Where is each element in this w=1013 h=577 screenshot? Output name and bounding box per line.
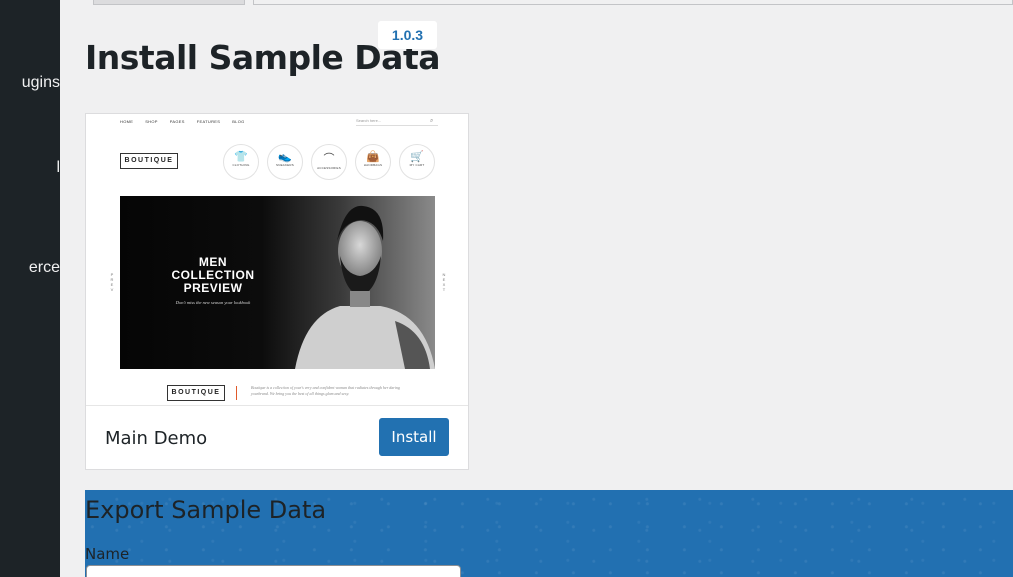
preview-hero: MEN COLLECTION PREVIEW Don't miss the ne… [120, 196, 435, 369]
admin-sidebar: ugins l erce [0, 0, 60, 577]
cart-icon: 🛒 [410, 151, 424, 163]
export-title: Export Sample Data [85, 496, 327, 524]
sidebar-item-woocommerce[interactable]: erce [3, 259, 60, 277]
handbag-icon: 👜 [366, 151, 380, 163]
preview-prev: P R E V [110, 272, 114, 292]
shirt-icon: 👕 [234, 151, 248, 163]
preview-category: 👟 SNEAKERS [267, 144, 303, 180]
export-section: Export Sample Data Name [85, 490, 1013, 577]
preview-accent-bar [236, 386, 237, 400]
preview-category: ⌒ ACCESSORIES [311, 144, 347, 180]
tab-other[interactable] [253, 0, 1013, 5]
search-icon: ⌕ [430, 118, 434, 124]
sidebar-item-install[interactable]: l [30, 159, 60, 177]
install-button[interactable]: Install [379, 418, 449, 456]
hero-subtitle: Don't miss the new season your lookbook [175, 300, 251, 305]
sneaker-icon: 👟 [278, 151, 292, 163]
preview-footer-logo: BOUTIQUE [167, 385, 225, 401]
preview-logo: BOUTIQUE [120, 153, 178, 169]
preview-search: Search here... [356, 118, 438, 126]
preview-next: N E X T [442, 272, 446, 292]
hero-title: MEN COLLECTION PREVIEW [171, 255, 255, 295]
preview-category: 🛒 MY CART [399, 144, 435, 180]
demo-preview-image: HOME SHOP PAGES FEATURES BLOG Search here...… [86, 114, 468, 406]
tab-strip [85, 0, 1013, 6]
version-badge: 1.0.3 [378, 21, 437, 49]
model-figure [295, 205, 435, 369]
preview-footer-text: Boutique is a collection of your's very … [251, 385, 400, 396]
name-label: Name [85, 545, 130, 563]
preview-nav: HOME SHOP PAGES FEATURES BLOG [120, 119, 245, 124]
preview-category: 👕 CLOTHING [223, 144, 259, 180]
demo-card: HOME SHOP PAGES FEATURES BLOG Search here...… [85, 113, 469, 470]
sidebar-item-plugins[interactable]: ugins [0, 74, 60, 92]
tab-install[interactable] [93, 0, 245, 5]
demo-name: Main Demo [105, 428, 208, 449]
name-input[interactable] [86, 565, 461, 577]
preview-category: 👜 HANDBAGS [355, 144, 391, 180]
hanger-icon: ⌒ [323, 153, 335, 165]
